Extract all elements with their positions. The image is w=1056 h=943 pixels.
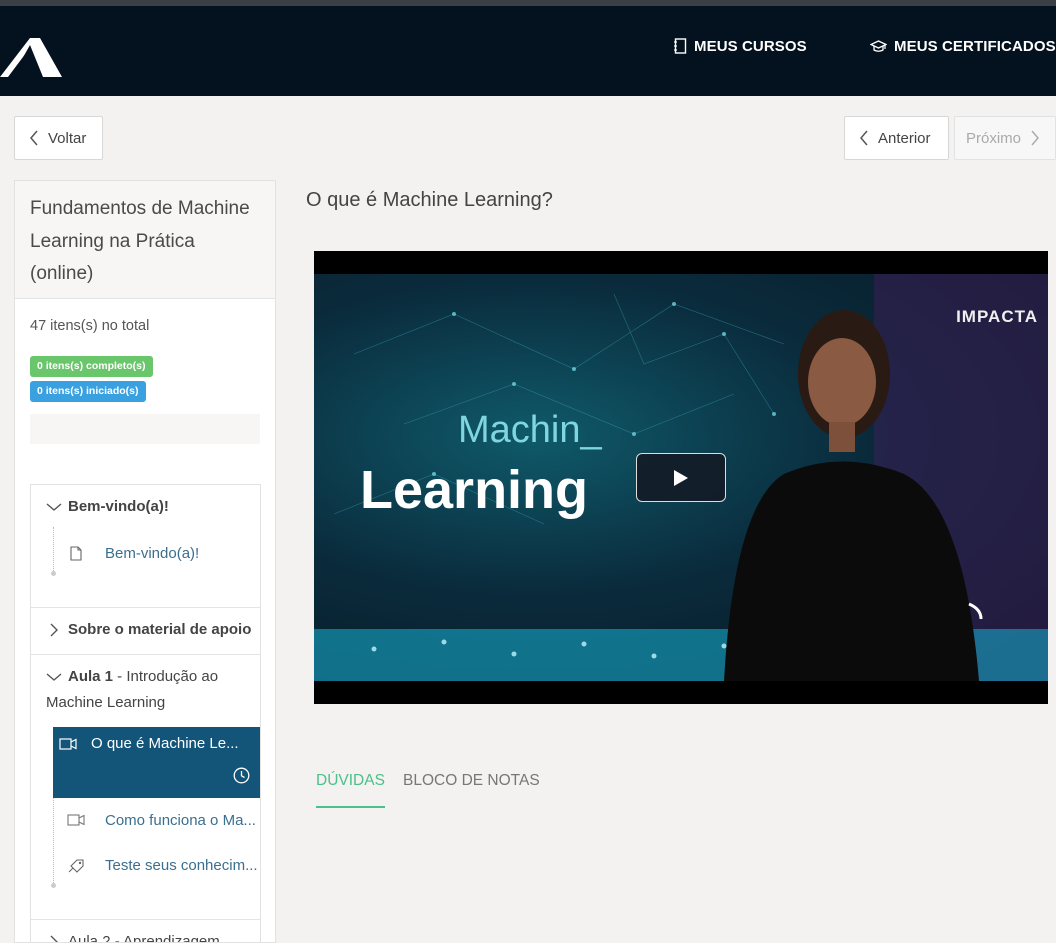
video-overlay-title: Learning xyxy=(360,460,589,520)
back-button[interactable]: Voltar xyxy=(14,116,103,160)
notebook-icon xyxy=(674,38,687,54)
module-title-line2: Machine Learning xyxy=(46,694,166,711)
module-header[interactable]: Aula 1 - Introdução ao xyxy=(46,664,218,690)
module-title-bold: Aula 1 xyxy=(68,668,114,685)
chevron-left-icon xyxy=(30,130,38,146)
lesson-item-active[interactable]: O que é Machine Le... xyxy=(53,727,260,798)
module-header[interactable]: Aula 2 - Aprendizagem xyxy=(46,929,220,943)
chevron-right-icon xyxy=(50,935,58,942)
back-button-label: Voltar xyxy=(48,129,87,147)
module-list: Bem-vindo(a)! Bem-vindo(a)! Sobre o mate… xyxy=(30,484,261,943)
nav-my-courses[interactable]: MEUS CURSOS xyxy=(673,36,807,56)
lesson-item[interactable]: Como funciona o Ma... xyxy=(61,802,260,838)
video-brand-watermark: IMPACTA xyxy=(956,307,1038,326)
chevron-left-icon xyxy=(860,130,868,146)
clock-icon xyxy=(233,767,250,784)
module-support-material: Sobre o material de apoio xyxy=(31,608,260,655)
completed-items-badge: 0 itens(s) completo(s) xyxy=(30,356,153,377)
chevron-right-icon xyxy=(50,623,58,637)
course-title-line: Learning na Prática xyxy=(30,230,195,252)
lesson-title: O que é Machine Learning? xyxy=(306,189,553,211)
video-player[interactable]: IMPACTA Machin_ Learning xyxy=(314,251,1048,704)
course-title: Fundamentos de Machine Learning na Práti… xyxy=(15,181,275,299)
next-button[interactable]: Próximo xyxy=(954,116,1056,160)
nav-my-courses-label: MEUS CURSOS xyxy=(694,37,807,55)
tree-end-dot xyxy=(51,571,56,576)
quiz-tag-icon xyxy=(68,858,84,873)
module-aula-1: Aula 1 - Introdução ao Machine Learning … xyxy=(31,655,260,920)
play-button[interactable] xyxy=(636,453,726,502)
module-title: Sobre o material de apoio xyxy=(68,621,252,638)
module-title-rest: - Introdução ao xyxy=(113,668,219,685)
course-progress-bar xyxy=(30,414,260,444)
video-icon xyxy=(59,738,77,750)
video-overlay-text: Machin_ xyxy=(458,409,602,451)
lesson-label: Como funciona o Ma... xyxy=(105,811,256,829)
course-title-line: Fundamentos de Machine xyxy=(30,198,250,219)
chevron-down-icon xyxy=(46,503,62,511)
lesson-label: O que é Machine Le... xyxy=(91,735,239,752)
module-title: Aula 2 - Aprendizagem xyxy=(68,933,220,943)
lesson-label: Bem-vindo(a)! xyxy=(105,544,200,562)
course-title-line: (online) xyxy=(30,263,94,284)
tree-end-dot xyxy=(51,883,56,888)
module-header[interactable]: Sobre o material de apoio xyxy=(46,617,251,643)
course-sidebar: Fundamentos de Machine Learning na Práti… xyxy=(14,180,276,943)
tree-connector xyxy=(53,527,54,575)
lesson-label: Teste seus conhecim... xyxy=(105,856,258,874)
module-aula-2: Aula 2 - Aprendizagem xyxy=(31,920,260,943)
play-icon xyxy=(674,469,688,486)
previous-button-label: Anterior xyxy=(878,129,931,147)
chevron-right-icon xyxy=(1031,130,1040,146)
previous-button[interactable]: Anterior xyxy=(844,116,949,160)
tab-questions[interactable]: DÚVIDAS xyxy=(316,772,385,808)
module-welcome: Bem-vindo(a)! Bem-vindo(a)! xyxy=(31,485,260,608)
started-items-badge: 0 itens(s) iniciado(s) xyxy=(30,381,146,402)
chevron-down-icon xyxy=(46,673,62,681)
tab-notes[interactable]: BLOCO DE NOTAS xyxy=(403,772,540,806)
module-header[interactable]: Bem-vindo(a)! xyxy=(46,494,169,520)
video-icon xyxy=(67,814,85,826)
lesson-item[interactable]: Bem-vindo(a)! xyxy=(61,535,259,571)
lesson-item[interactable]: Teste seus conhecim... xyxy=(61,847,260,883)
top-navbar: MEUS CURSOS MEUS CERTIFICADOS xyxy=(0,6,1056,96)
total-items-count: 47 itens(s) no total xyxy=(30,318,150,334)
brand-logo[interactable] xyxy=(0,31,64,77)
nav-my-certificates-label: MEUS CERTIFICADOS xyxy=(894,37,1056,55)
nav-my-certificates[interactable]: MEUS CERTIFICADOS xyxy=(870,36,1056,56)
graduation-cap-icon xyxy=(870,40,887,52)
next-button-label: Próximo xyxy=(966,129,1022,147)
document-icon xyxy=(70,545,82,561)
module-title: Bem-vindo(a)! xyxy=(68,498,169,515)
